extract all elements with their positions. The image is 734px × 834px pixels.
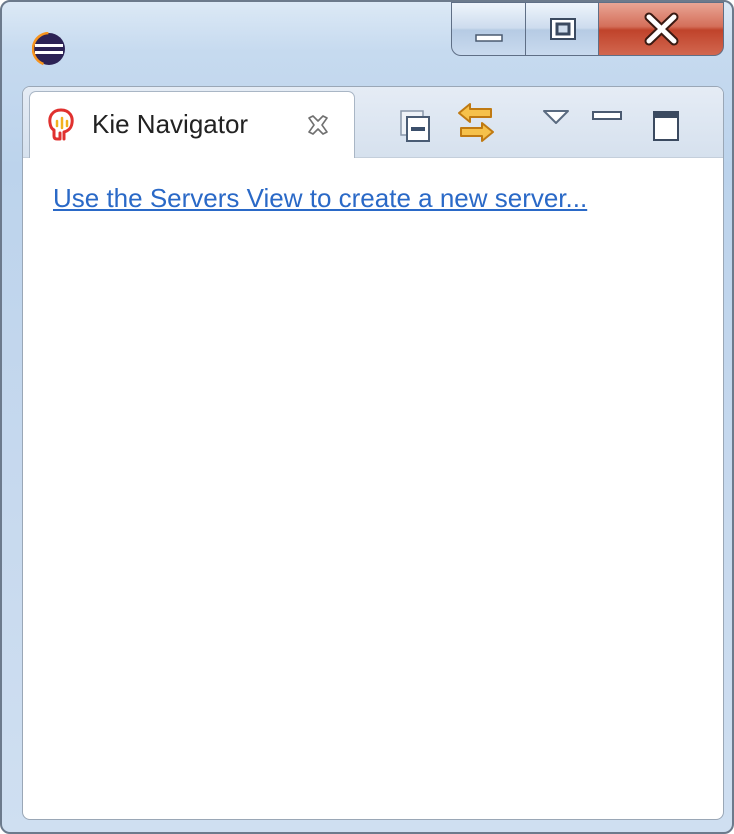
- tab-kie-navigator[interactable]: Kie Navigator: [29, 91, 355, 158]
- tab-label: Kie Navigator: [92, 109, 249, 139]
- link-with-editor-icon[interactable]: [453, 101, 499, 145]
- close-icon[interactable]: [306, 113, 330, 137]
- window-maximize-button[interactable]: [525, 2, 599, 56]
- minimize-icon[interactable]: [591, 109, 623, 123]
- window: Kie Navigator Use the Servers View to cr…: [0, 0, 734, 834]
- window-close-button[interactable]: [599, 2, 724, 56]
- view-menu-icon[interactable]: [541, 107, 571, 127]
- collapse-all-icon[interactable]: [399, 109, 433, 143]
- title-bar[interactable]: [2, 2, 732, 86]
- window-close-icon: [644, 12, 679, 46]
- view-tab-bar: Kie Navigator: [23, 87, 723, 158]
- kie-navigator-view: Kie Navigator Use the Servers View to cr…: [22, 86, 724, 820]
- kie-icon: [48, 108, 74, 141]
- window-maximize-icon: [550, 18, 576, 40]
- create-server-link[interactable]: Use the Servers View to create a new ser…: [53, 183, 587, 214]
- window-minimize-icon: [475, 34, 503, 42]
- maximize-icon[interactable]: [651, 109, 681, 143]
- eclipse-icon[interactable]: [32, 32, 66, 66]
- window-minimize-button[interactable]: [451, 2, 525, 56]
